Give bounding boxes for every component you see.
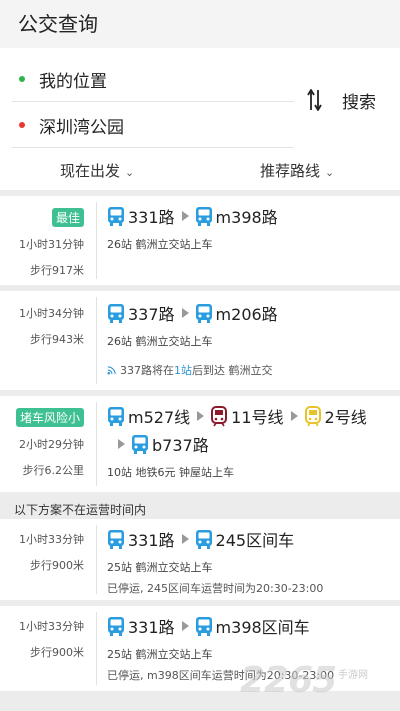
route-segment-name: m527线	[128, 408, 191, 427]
card-divider	[96, 402, 97, 486]
page-title: 公交查询	[18, 12, 98, 36]
chevron-down-icon: ⌄	[325, 166, 335, 179]
route-card[interactable]: 1小时33分钟 步行900米 331路 m398区间车 25站 鹤洲立交站上车 …	[0, 606, 400, 691]
route-duration: 1小时33分钟	[19, 533, 84, 546]
best-route-badge: 最佳	[51, 208, 84, 227]
depart-time-filter[interactable]: 现在出发 ⌄	[60, 160, 134, 181]
route-segments: 331路 m398路	[107, 204, 278, 228]
top-bar: 公交查询	[0, 0, 400, 48]
route-segment-name: 331路	[128, 208, 175, 227]
route-detail: 26站 鹤洲立交站上车	[107, 238, 213, 251]
route-walk-distance: 步行900米	[30, 646, 84, 659]
card-divider	[96, 297, 97, 384]
route-segment-name: 331路	[128, 618, 175, 637]
bus-icon	[195, 206, 212, 226]
arrow-right-icon	[290, 411, 298, 421]
route-duration: 1小时33分钟	[19, 620, 84, 633]
card-divider	[96, 525, 97, 594]
realtime-text: 337路将在	[120, 364, 174, 377]
bus-icon	[108, 406, 124, 426]
route-duration: 1小时31分钟	[19, 238, 84, 251]
bus-icon	[132, 434, 148, 454]
route-segment-name: b737路	[152, 436, 209, 455]
realtime-signal-icon	[107, 365, 116, 374]
route-sort-filter[interactable]: 推荐路线 ⌄	[260, 160, 334, 181]
route-detail: 25站 鹤洲立交站上车	[107, 561, 213, 574]
bus-icon	[108, 529, 124, 549]
bus-icon	[195, 303, 212, 323]
route-walk-distance: 步行943米	[30, 333, 84, 346]
route-segments: 331路 245区间车	[107, 527, 294, 551]
destination-text: 深圳湾公园	[39, 118, 124, 138]
route-segment-name: 11号线	[231, 408, 284, 427]
chevron-down-icon: ⌄	[125, 166, 135, 179]
search-panel: 我的位置 深圳湾公园 搜索 现在出发 ⌄ 推荐路线 ⌄	[0, 48, 400, 190]
origin-dot-icon	[19, 76, 25, 82]
destination-field[interactable]: 深圳湾公园	[12, 104, 294, 148]
route-segments: 337路 m206路	[107, 301, 278, 325]
bus-icon	[195, 616, 212, 636]
realtime-text: 后到达 鹤洲立交	[192, 364, 273, 377]
route-segment-name: m206路	[215, 305, 278, 324]
route-detail: 10站 地铁6元 钟屋站上车	[107, 466, 234, 479]
card-divider	[96, 612, 97, 685]
service-stopped-text: 已停运, 245区间车运营时间为20:30-23:00	[107, 582, 324, 595]
swap-icon[interactable]	[307, 86, 329, 114]
route-card[interactable]: 堵车风险小 2小时29分钟 步行6.2公里 m527线 11号线 2号线 b73…	[0, 396, 400, 492]
route-segments: m527线 11号线 2号线	[107, 404, 367, 428]
route-segment-name: m398路	[215, 208, 278, 227]
depart-time-label: 现在出发	[60, 162, 121, 180]
route-segment-name: 331路	[128, 531, 175, 550]
metro-icon	[211, 405, 228, 426]
service-stopped-text: 已停运, m398区间车运营时间为20:30-23:00	[107, 669, 335, 682]
route-walk-distance: 步行6.2公里	[22, 464, 85, 477]
route-segment-name: 337路	[128, 305, 175, 324]
route-sort-label: 推荐路线	[260, 162, 321, 180]
arrow-right-icon	[197, 411, 205, 421]
arrow-right-icon	[118, 439, 125, 449]
origin-text: 我的位置	[39, 72, 107, 92]
route-walk-distance: 步行917米	[30, 264, 84, 277]
arrow-right-icon	[181, 308, 189, 318]
bus-icon	[108, 616, 124, 636]
route-detail: 25站 鹤洲立交站上车	[107, 648, 213, 661]
realtime-stops-highlight: 1站	[174, 364, 192, 377]
realtime-arrival: 337路将在 1站 后到达 鹤洲立交	[107, 362, 273, 378]
bus-icon	[108, 206, 124, 226]
arrow-right-icon	[181, 534, 189, 544]
low-congestion-badge: 堵车风险小	[15, 408, 84, 427]
route-segments: b737路	[118, 432, 209, 456]
arrow-right-icon	[181, 621, 189, 631]
route-detail: 26站 鹤洲立交站上车	[107, 335, 213, 348]
arrow-right-icon	[181, 211, 189, 221]
origin-field[interactable]: 我的位置	[12, 58, 294, 102]
bus-icon	[108, 303, 124, 323]
card-divider	[96, 202, 97, 279]
route-segment-name: 2号线	[324, 408, 367, 427]
route-segments: 331路 m398区间车	[107, 614, 310, 638]
bus-icon	[195, 529, 212, 549]
route-duration: 2小时29分钟	[19, 438, 84, 451]
search-button[interactable]: 搜索	[342, 88, 376, 113]
metro-icon	[304, 405, 321, 426]
route-card[interactable]: 1小时33分钟 步行900米 331路 245区间车 25站 鹤洲立交站上车 已…	[0, 519, 400, 600]
route-walk-distance: 步行900米	[30, 559, 84, 572]
route-card[interactable]: 最佳 1小时31分钟 步行917米 331路 m398路 26站 鹤洲立交站上车	[0, 196, 400, 285]
destination-dot-icon	[19, 122, 25, 128]
route-duration: 1小时34分钟	[19, 307, 84, 320]
route-card[interactable]: 1小时34分钟 步行943米 337路 m206路 26站 鹤洲立交站上车 33…	[0, 291, 400, 390]
route-segment-name: 245区间车	[215, 531, 295, 550]
route-segment-name: m398区间车	[215, 618, 310, 637]
out-of-service-notice: 以下方案不在运营时间内	[14, 503, 147, 517]
